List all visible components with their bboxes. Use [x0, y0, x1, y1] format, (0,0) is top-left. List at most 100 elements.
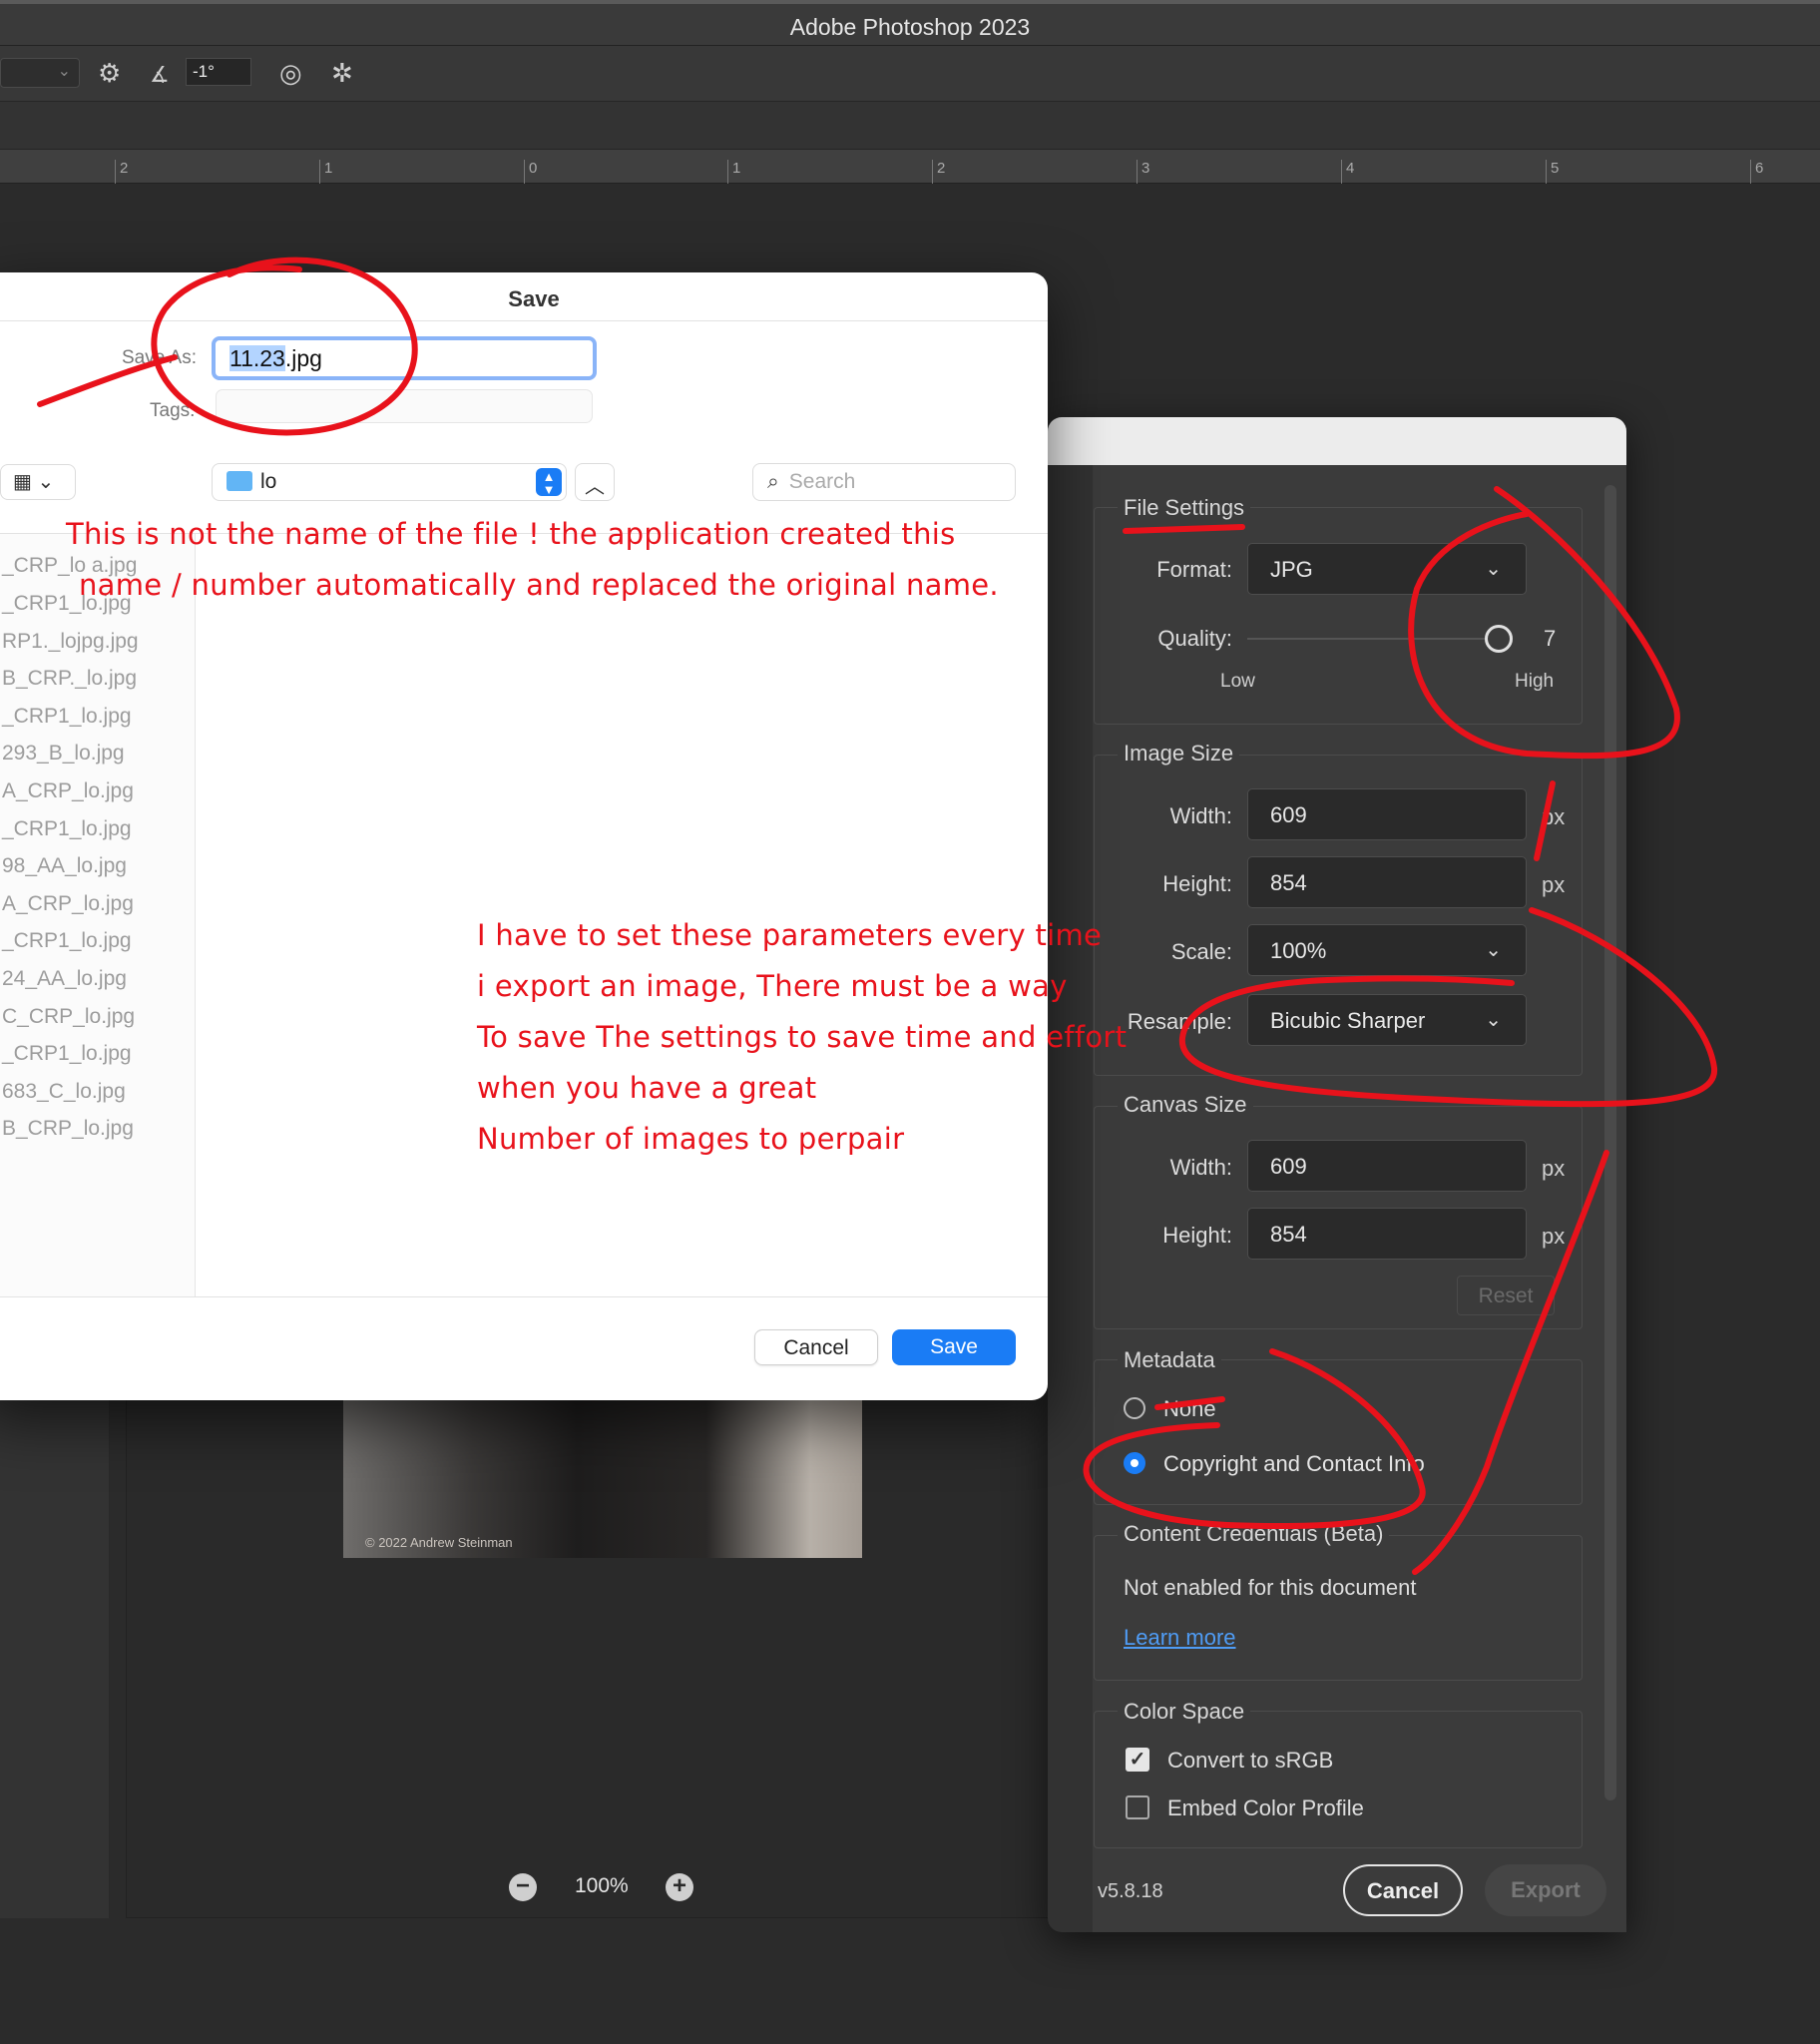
metadata-group	[1094, 1359, 1583, 1505]
content-credentials-group	[1094, 1535, 1583, 1681]
file-item[interactable]: 98_AA_lo.jpg	[2, 854, 127, 878]
color-space-title: Color Space	[1118, 1699, 1251, 1725]
learn-more-link[interactable]: Learn more	[1124, 1625, 1236, 1651]
canvas-height-label: Height:	[1162, 1223, 1232, 1248]
ruler-tick: 0	[524, 160, 537, 184]
tags-input[interactable]	[216, 389, 593, 423]
grid-icon: ▦	[13, 471, 32, 493]
file-item[interactable]: _CRP1_lo.jpg	[2, 929, 132, 953]
export-cancel-button[interactable]: Cancel	[1343, 1864, 1463, 1916]
zoom-in-button[interactable]: +	[666, 1873, 693, 1901]
ruler-tick: 6	[1750, 160, 1763, 184]
app-title: Adobe Photoshop 2023	[789, 14, 1031, 40]
file-item[interactable]: C_CRP_lo.jpg	[2, 1005, 135, 1029]
resample-select[interactable]: Bicubic Sharper ⌄	[1247, 994, 1527, 1046]
file-item[interactable]: B_CRP._lo.jpg	[2, 667, 137, 691]
convert-srgb-checkbox[interactable]: ✓	[1126, 1748, 1149, 1772]
canvas-height-input[interactable]: 854	[1247, 1208, 1527, 1260]
file-item[interactable]: A_CRP_lo.jpg	[2, 892, 134, 916]
view-mode-button[interactable]: ▦ ⌄	[0, 464, 76, 500]
photo-credit: © 2022 Andrew Steinman	[365, 1535, 513, 1550]
search-icon: ⌕	[767, 470, 779, 493]
annotation-note-2-line-5: Number of images to perpair	[477, 1122, 905, 1156]
canvas-width-label: Width:	[1169, 1155, 1232, 1180]
image-height-unit: px	[1542, 872, 1566, 897]
horizontal-ruler: 2 1 0 1 2 3 4 5 6	[0, 150, 1820, 184]
content-aware-icon[interactable]: ✲	[331, 58, 353, 89]
file-item[interactable]: 293_B_lo.jpg	[2, 742, 125, 766]
canvas-size-title: Canvas Size	[1118, 1092, 1253, 1118]
file-settings-title: File Settings	[1118, 495, 1251, 521]
version-label: v5.8.18	[1098, 1880, 1163, 1902]
save-dialog-cancel-button[interactable]: Cancel	[754, 1329, 878, 1365]
quality-label: Quality:	[1157, 626, 1232, 651]
chevron-up-icon: ︿	[585, 476, 605, 498]
format-value: JPG	[1270, 557, 1313, 582]
collapse-button[interactable]: ︿	[575, 463, 615, 501]
zoom-out-button[interactable]: −	[509, 1873, 537, 1901]
annotation-note-2-line-2: i export an image, There must be a way	[477, 969, 1068, 1003]
metadata-none-radio[interactable]	[1124, 1397, 1145, 1419]
embed-profile-checkbox[interactable]	[1126, 1795, 1149, 1819]
quality-slider-track[interactable]	[1247, 638, 1507, 640]
gear-icon[interactable]: ⚙	[98, 58, 121, 89]
file-list: _CRP_lo a.jpg _CRP1_lo.jpg RP1._lojpg.jp…	[0, 534, 196, 1296]
file-item[interactable]: 24_AA_lo.jpg	[2, 967, 127, 991]
quality-value: 7	[1544, 626, 1557, 651]
straighten-icon[interactable]: ◎	[279, 58, 302, 89]
tags-label: Tags:	[150, 400, 196, 421]
quality-slider-knob[interactable]	[1485, 625, 1514, 653]
document-tab-bar	[0, 102, 1820, 150]
ruler-tick: 5	[1546, 160, 1559, 184]
canvas-width-unit: px	[1542, 1156, 1566, 1181]
file-item[interactable]: B_CRP_lo.jpg	[2, 1117, 134, 1141]
scale-value: 100%	[1270, 938, 1327, 963]
save-as-input[interactable]: 11.23.jpg	[212, 336, 597, 380]
search-field[interactable]: ⌕ Search	[752, 463, 1016, 501]
chevron-down-icon: ⌄	[57, 63, 71, 80]
content-credentials-title: Content Credentials (Beta)	[1118, 1521, 1390, 1547]
file-item[interactable]: 683_C_lo.jpg	[2, 1080, 126, 1104]
file-item[interactable]: _CRP1_lo.jpg	[2, 705, 132, 729]
filename-extension: .jpg	[284, 345, 322, 371]
updown-icon: ▲ ▼	[536, 468, 562, 496]
location-name: lo	[260, 470, 277, 493]
format-label: Format:	[1156, 557, 1232, 582]
canvas-reset-button[interactable]: Reset	[1457, 1276, 1555, 1315]
scale-select[interactable]: 100% ⌄	[1247, 924, 1527, 976]
metadata-title: Metadata	[1118, 1347, 1221, 1373]
file-item[interactable]: A_CRP_lo.jpg	[2, 779, 134, 803]
annotation-note-1-line-2: name / number automatically and replaced…	[79, 568, 999, 602]
export-scrollbar[interactable]	[1604, 485, 1616, 1800]
tool-preset-dropdown[interactable]: ⌄	[0, 58, 80, 88]
image-height-input[interactable]: 854	[1247, 856, 1527, 908]
ruler-tick: 1	[727, 160, 740, 184]
file-item[interactable]: _CRP1_lo.jpg	[2, 817, 132, 841]
annotation-note-2-line-4: when you have a great	[477, 1071, 817, 1105]
search-placeholder: Search	[788, 470, 856, 493]
save-dialog-save-button[interactable]: Save	[892, 1329, 1016, 1365]
canvas-width-input[interactable]: 609	[1247, 1140, 1527, 1192]
annotation-note-1-line-1: This is not the name of the file ! the a…	[66, 517, 956, 551]
image-width-input[interactable]: 609	[1247, 788, 1527, 840]
image-size-title: Image Size	[1118, 741, 1240, 766]
app-titlebar: Adobe Photoshop 2023	[0, 0, 1820, 46]
file-item[interactable]: RP1._lojpg.jpg	[2, 630, 139, 654]
resample-value: Bicubic Sharper	[1270, 1008, 1426, 1033]
format-select[interactable]: JPG ⌄	[1247, 543, 1527, 595]
export-button[interactable]: Export	[1485, 1864, 1606, 1916]
file-settings-group	[1094, 507, 1583, 725]
location-popup[interactable]: lo ▲ ▼	[212, 463, 567, 501]
preview-image: © 2022 Andrew Steinman	[343, 1400, 862, 1558]
image-width-label: Width:	[1169, 803, 1232, 828]
metadata-copyright-radio[interactable]	[1124, 1452, 1145, 1474]
embed-profile-label: Embed Color Profile	[1167, 1795, 1364, 1820]
footer-separator	[0, 1296, 1048, 1297]
content-credentials-status: Not enabled for this document	[1124, 1575, 1417, 1600]
file-item[interactable]: _CRP1_lo.jpg	[2, 1042, 132, 1066]
ruler-tick: 1	[319, 160, 332, 184]
metadata-none-label: None	[1163, 1396, 1216, 1421]
angle-input[interactable]: -1°	[186, 58, 251, 86]
chevron-down-icon: ⌄	[1485, 939, 1502, 961]
layers-strip	[0, 1399, 110, 1918]
